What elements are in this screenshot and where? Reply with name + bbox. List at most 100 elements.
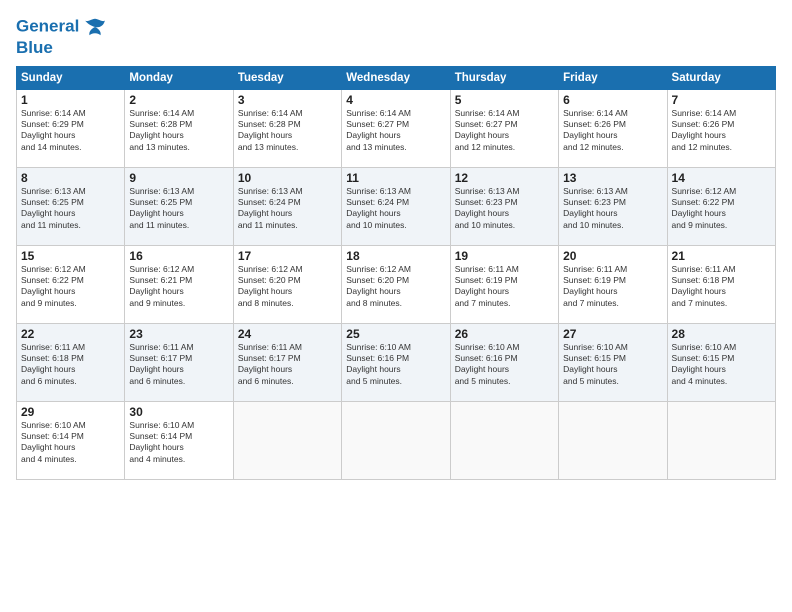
calendar-cell: 14Sunrise: 6:12 AMSunset: 6:22 PMDayligh… [667,167,775,245]
calendar-cell [342,401,450,479]
day-detail: Sunrise: 6:12 AMSunset: 6:20 PMDaylight … [346,264,445,310]
day-number: 23 [129,327,228,341]
day-number: 3 [238,93,337,107]
day-detail: Sunrise: 6:13 AMSunset: 6:23 PMDaylight … [455,186,554,232]
logo-line1: General [16,16,106,38]
day-header-tuesday: Tuesday [233,66,341,89]
day-number: 29 [21,405,120,419]
calendar-cell: 30Sunrise: 6:10 AMSunset: 6:14 PMDayligh… [125,401,233,479]
day-number: 20 [563,249,662,263]
calendar-cell: 13Sunrise: 6:13 AMSunset: 6:23 PMDayligh… [559,167,667,245]
calendar-week-5: 29Sunrise: 6:10 AMSunset: 6:14 PMDayligh… [17,401,776,479]
day-detail: Sunrise: 6:11 AMSunset: 6:19 PMDaylight … [455,264,554,310]
day-detail: Sunrise: 6:12 AMSunset: 6:21 PMDaylight … [129,264,228,310]
day-number: 22 [21,327,120,341]
day-number: 17 [238,249,337,263]
calendar-cell: 7Sunrise: 6:14 AMSunset: 6:26 PMDaylight… [667,89,775,167]
calendar-cell: 4Sunrise: 6:14 AMSunset: 6:27 PMDaylight… [342,89,450,167]
day-number: 15 [21,249,120,263]
calendar-table: SundayMondayTuesdayWednesdayThursdayFrid… [16,66,776,480]
day-number: 25 [346,327,445,341]
page-header: General Blue [16,16,776,58]
day-number: 4 [346,93,445,107]
day-detail: Sunrise: 6:10 AMSunset: 6:16 PMDaylight … [346,342,445,388]
day-detail: Sunrise: 6:13 AMSunset: 6:24 PMDaylight … [238,186,337,232]
calendar-week-1: 1Sunrise: 6:14 AMSunset: 6:29 PMDaylight… [17,89,776,167]
logo-line2: Blue [16,38,106,58]
calendar-cell: 3Sunrise: 6:14 AMSunset: 6:28 PMDaylight… [233,89,341,167]
day-number: 10 [238,171,337,185]
calendar-cell [233,401,341,479]
day-detail: Sunrise: 6:14 AMSunset: 6:27 PMDaylight … [455,108,554,154]
calendar-cell: 27Sunrise: 6:10 AMSunset: 6:15 PMDayligh… [559,323,667,401]
calendar-cell: 28Sunrise: 6:10 AMSunset: 6:15 PMDayligh… [667,323,775,401]
day-number: 24 [238,327,337,341]
calendar-cell: 25Sunrise: 6:10 AMSunset: 6:16 PMDayligh… [342,323,450,401]
day-number: 30 [129,405,228,419]
day-detail: Sunrise: 6:14 AMSunset: 6:26 PMDaylight … [672,108,771,154]
day-header-monday: Monday [125,66,233,89]
day-detail: Sunrise: 6:11 AMSunset: 6:18 PMDaylight … [21,342,120,388]
calendar-cell: 24Sunrise: 6:11 AMSunset: 6:17 PMDayligh… [233,323,341,401]
calendar-week-2: 8Sunrise: 6:13 AMSunset: 6:25 PMDaylight… [17,167,776,245]
day-number: 26 [455,327,554,341]
day-number: 7 [672,93,771,107]
day-number: 2 [129,93,228,107]
day-number: 21 [672,249,771,263]
day-detail: Sunrise: 6:12 AMSunset: 6:20 PMDaylight … [238,264,337,310]
day-number: 5 [455,93,554,107]
calendar-cell: 11Sunrise: 6:13 AMSunset: 6:24 PMDayligh… [342,167,450,245]
day-detail: Sunrise: 6:14 AMSunset: 6:29 PMDaylight … [21,108,120,154]
day-number: 6 [563,93,662,107]
day-detail: Sunrise: 6:11 AMSunset: 6:18 PMDaylight … [672,264,771,310]
calendar-cell: 21Sunrise: 6:11 AMSunset: 6:18 PMDayligh… [667,245,775,323]
calendar-cell: 18Sunrise: 6:12 AMSunset: 6:20 PMDayligh… [342,245,450,323]
day-number: 27 [563,327,662,341]
day-detail: Sunrise: 6:13 AMSunset: 6:23 PMDaylight … [563,186,662,232]
day-detail: Sunrise: 6:11 AMSunset: 6:17 PMDaylight … [238,342,337,388]
day-number: 14 [672,171,771,185]
calendar-cell: 17Sunrise: 6:12 AMSunset: 6:20 PMDayligh… [233,245,341,323]
day-number: 18 [346,249,445,263]
calendar-cell: 1Sunrise: 6:14 AMSunset: 6:29 PMDaylight… [17,89,125,167]
day-detail: Sunrise: 6:10 AMSunset: 6:16 PMDaylight … [455,342,554,388]
calendar-cell: 8Sunrise: 6:13 AMSunset: 6:25 PMDaylight… [17,167,125,245]
day-detail: Sunrise: 6:10 AMSunset: 6:15 PMDaylight … [563,342,662,388]
calendar-cell: 16Sunrise: 6:12 AMSunset: 6:21 PMDayligh… [125,245,233,323]
calendar-cell: 23Sunrise: 6:11 AMSunset: 6:17 PMDayligh… [125,323,233,401]
day-header-sunday: Sunday [17,66,125,89]
calendar-cell: 15Sunrise: 6:12 AMSunset: 6:22 PMDayligh… [17,245,125,323]
day-detail: Sunrise: 6:14 AMSunset: 6:27 PMDaylight … [346,108,445,154]
day-detail: Sunrise: 6:12 AMSunset: 6:22 PMDaylight … [21,264,120,310]
calendar-cell: 9Sunrise: 6:13 AMSunset: 6:25 PMDaylight… [125,167,233,245]
day-number: 28 [672,327,771,341]
calendar-cell: 26Sunrise: 6:10 AMSunset: 6:16 PMDayligh… [450,323,558,401]
day-detail: Sunrise: 6:14 AMSunset: 6:28 PMDaylight … [238,108,337,154]
logo: General Blue [16,16,106,58]
calendar-cell: 29Sunrise: 6:10 AMSunset: 6:14 PMDayligh… [17,401,125,479]
day-number: 1 [21,93,120,107]
calendar-cell: 2Sunrise: 6:14 AMSunset: 6:28 PMDaylight… [125,89,233,167]
calendar-header-row: SundayMondayTuesdayWednesdayThursdayFrid… [17,66,776,89]
day-header-thursday: Thursday [450,66,558,89]
day-detail: Sunrise: 6:13 AMSunset: 6:25 PMDaylight … [21,186,120,232]
day-number: 8 [21,171,120,185]
calendar-cell: 10Sunrise: 6:13 AMSunset: 6:24 PMDayligh… [233,167,341,245]
day-detail: Sunrise: 6:10 AMSunset: 6:14 PMDaylight … [21,420,120,466]
calendar-cell [667,401,775,479]
calendar-week-3: 15Sunrise: 6:12 AMSunset: 6:22 PMDayligh… [17,245,776,323]
calendar-cell [559,401,667,479]
calendar-week-4: 22Sunrise: 6:11 AMSunset: 6:18 PMDayligh… [17,323,776,401]
day-number: 16 [129,249,228,263]
day-detail: Sunrise: 6:11 AMSunset: 6:17 PMDaylight … [129,342,228,388]
day-detail: Sunrise: 6:10 AMSunset: 6:14 PMDaylight … [129,420,228,466]
calendar-cell: 20Sunrise: 6:11 AMSunset: 6:19 PMDayligh… [559,245,667,323]
calendar-cell: 19Sunrise: 6:11 AMSunset: 6:19 PMDayligh… [450,245,558,323]
day-number: 19 [455,249,554,263]
day-number: 13 [563,171,662,185]
day-detail: Sunrise: 6:10 AMSunset: 6:15 PMDaylight … [672,342,771,388]
calendar-cell: 6Sunrise: 6:14 AMSunset: 6:26 PMDaylight… [559,89,667,167]
day-number: 12 [455,171,554,185]
day-number: 11 [346,171,445,185]
day-detail: Sunrise: 6:13 AMSunset: 6:24 PMDaylight … [346,186,445,232]
